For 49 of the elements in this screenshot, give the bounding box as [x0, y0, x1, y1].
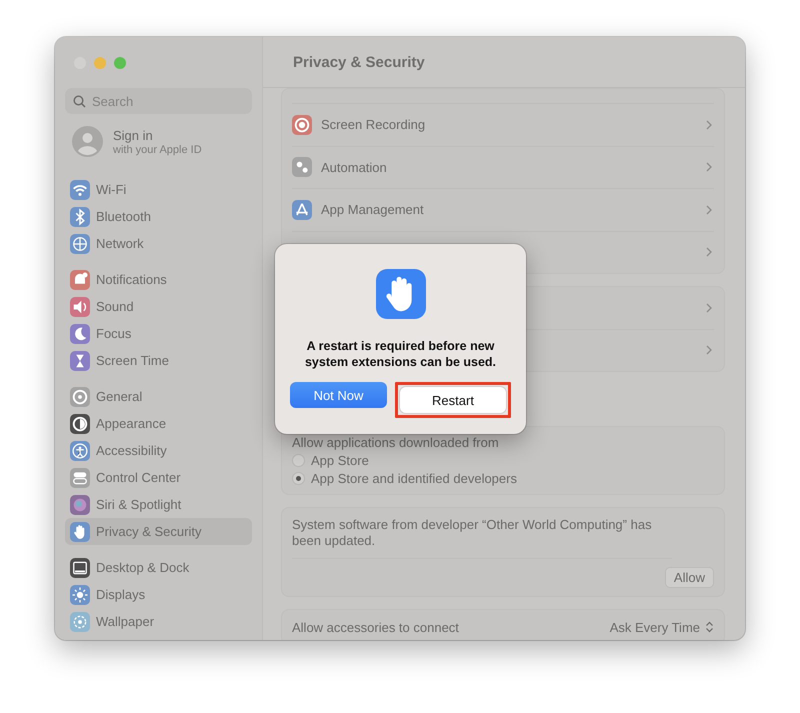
sidebar-item[interactable]: Control Center — [65, 464, 252, 491]
dialog-button[interactable]: Restart — [400, 387, 506, 413]
sign-in-title[interactable]: Sign in — [113, 128, 202, 142]
stepper-icon — [705, 621, 714, 633]
settings-row[interactable]: Automation — [292, 146, 714, 189]
dialog-button[interactable]: Not Now — [290, 382, 387, 408]
sign-in-subtitle: with your Apple ID — [113, 144, 202, 156]
radio-label: App Store and identified developers — [311, 471, 517, 486]
sidebar-item[interactable]: Displays — [65, 581, 252, 608]
sidebar-item[interactable]: Network — [65, 230, 252, 257]
search-icon — [73, 95, 86, 108]
minimize-button[interactable] — [94, 57, 106, 69]
chevron-icon — [706, 204, 712, 215]
chevron-icon — [706, 162, 712, 172]
window-title: Privacy & Security — [263, 37, 745, 88]
avatar-icon[interactable] — [72, 126, 103, 157]
sidebar-item[interactable]: Notifications — [65, 266, 252, 293]
chevron-icon — [706, 345, 712, 356]
sidebar-item[interactable]: General — [65, 383, 252, 410]
radio-label: App Store — [311, 453, 369, 468]
sidebar-item[interactable]: Bluetooth — [65, 203, 252, 230]
settings-row[interactable]: App Management — [292, 189, 714, 232]
notice-text: System software from developer “Other World Computing” has been updated. — [292, 508, 672, 559]
sidebar-item[interactable]: Siri & Spotlight — [65, 491, 252, 518]
sidebar-item[interactable]: Sound — [65, 293, 252, 320]
radio-button[interactable] — [292, 454, 305, 467]
chevron-icon — [706, 120, 712, 130]
sidebar-item[interactable]: Focus — [65, 320, 252, 347]
sidebar-item[interactable]: Desktop & Dock — [65, 554, 252, 581]
settings-row[interactable]: Screen Recording — [292, 104, 714, 146]
search-field[interactable]: Search — [65, 88, 252, 114]
allow-button[interactable]: Allow — [664, 567, 714, 588]
allow-apps-label: Allow applications downloaded from — [292, 435, 500, 450]
chevron-icon — [706, 247, 712, 258]
sidebar-item[interactable]: Appearance — [65, 410, 252, 437]
sidebar-item[interactable]: Screen Time — [65, 347, 252, 374]
sidebar-item[interactable]: Accessibility — [65, 437, 252, 464]
sidebar-item[interactable]: Wi-Fi — [65, 176, 252, 203]
accessories-label: Allow accessories to connect — [292, 620, 459, 634]
accessories-popup[interactable]: Ask Every Time — [610, 620, 714, 634]
sidebar-item[interactable]: Privacy & Security — [65, 518, 252, 545]
alert-message: A restart is required before new system extensions can be used. — [304, 338, 498, 370]
appstore-icon — [292, 200, 312, 220]
zoom-button[interactable] — [114, 57, 126, 69]
record-icon — [292, 114, 312, 135]
hand-icon — [376, 269, 426, 319]
chevron-icon — [706, 302, 712, 313]
radio-button[interactable] — [292, 472, 305, 485]
sidebar-item[interactable]: Wallpaper — [65, 608, 252, 635]
